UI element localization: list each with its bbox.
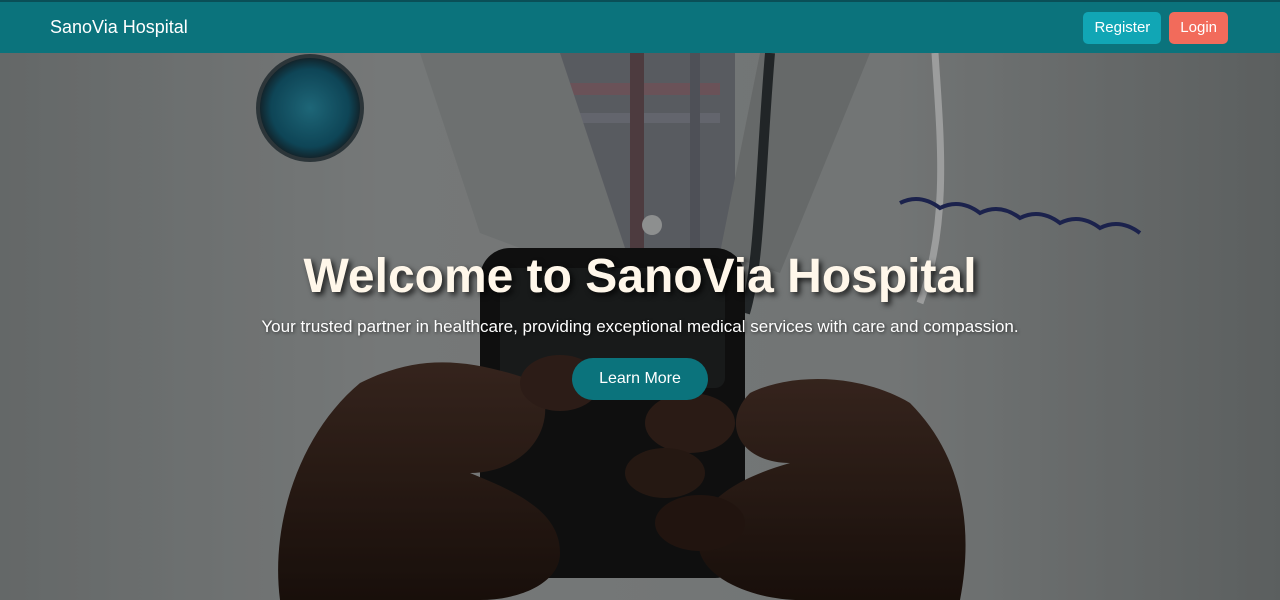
top-navbar: SanoVia Hospital Register Login [0,0,1280,53]
brand-logo-text[interactable]: SanoVia Hospital [50,17,188,38]
register-button[interactable]: Register [1083,11,1162,44]
hero-section: Welcome to SanoVia Hospital Your trusted… [0,53,1280,600]
learn-more-button[interactable]: Learn More [572,358,708,400]
hero-subtitle: Your trusted partner in healthcare, prov… [261,317,1019,336]
nav-actions: Register Login [1083,11,1228,44]
hero-title: Welcome to SanoVia Hospital [303,250,977,303]
login-button[interactable]: Login [1169,11,1228,44]
hero-content: Welcome to SanoVia Hospital Your trusted… [0,248,1280,400]
